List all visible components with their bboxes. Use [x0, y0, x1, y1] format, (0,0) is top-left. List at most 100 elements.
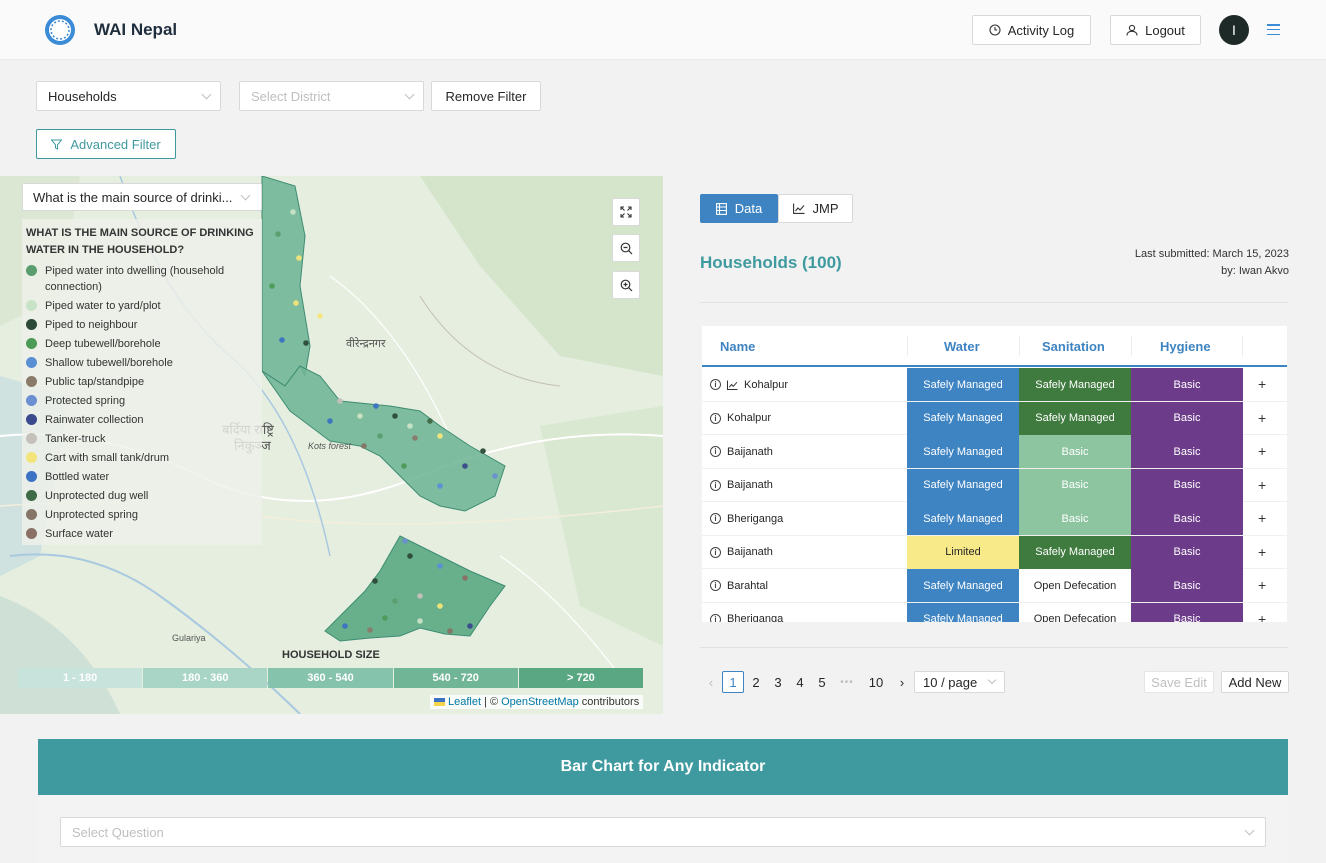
info-icon[interactable]: i	[710, 412, 721, 424]
openstreetmap-link[interactable]: OpenStreetMap	[501, 696, 579, 708]
advanced-filter-label: Advanced Filter	[70, 136, 161, 152]
row-name-cell: i Barahtal	[710, 569, 768, 602]
legend-dot-icon	[26, 300, 37, 311]
prev-page-chevron-left-icon[interactable]: ‹	[700, 671, 722, 693]
page-4-button[interactable]: 4	[789, 671, 811, 693]
table-row[interactable]: i Barahtal Safely Managed Open Defecation Ba…	[702, 569, 1287, 603]
chevron-down-icon	[987, 675, 997, 685]
table-row[interactable]: i Kohalpur Safely Managed Safely Managed Bas…	[702, 401, 1287, 435]
zoom-out-button[interactable]	[612, 234, 640, 262]
legend-dot-icon	[26, 528, 37, 539]
legend-item: Rainwater collection	[26, 412, 258, 428]
legend-dot-icon	[26, 357, 37, 368]
remove-filter-button[interactable]: Remove Filter	[431, 81, 541, 111]
table-row[interactable]: i Baijanath Safely Managed Basic Basic +	[702, 468, 1287, 502]
page-size-select[interactable]: 10 / page	[914, 671, 1005, 693]
hygiene-status-cell: Basic	[1131, 468, 1243, 502]
table-row[interactable]: i Kohalpur Safely Managed Safely Managed Bas…	[702, 368, 1287, 402]
info-icon[interactable]: i	[710, 513, 721, 524]
legend-item: Deep tubewell/borehole	[26, 336, 258, 352]
fullscreen-button[interactable]	[612, 198, 640, 226]
column-hygiene[interactable]: Hygiene	[1160, 339, 1211, 354]
info-icon[interactable]: i	[710, 546, 721, 558]
hygiene-status-cell: Basic	[1131, 569, 1243, 602]
column-name[interactable]: Name	[720, 339, 755, 354]
tab-data[interactable]: Data	[700, 194, 778, 223]
district-select-placeholder: Select District	[251, 88, 331, 104]
expand-row-plus-icon[interactable]: +	[1258, 477, 1266, 493]
user-icon	[1126, 24, 1138, 36]
menu-hamburger-icon[interactable]	[1267, 24, 1280, 35]
row-name: Bheriganga	[727, 512, 784, 525]
map-question-select-value: What is the main source of drinki...	[33, 189, 233, 205]
legend-dot-icon	[26, 395, 37, 406]
user-avatar[interactable]: I	[1219, 15, 1249, 45]
households-title: Households (100)	[700, 253, 842, 272]
chevron-down-icon	[404, 89, 415, 100]
row-name: Baijanath	[727, 546, 773, 558]
district-select[interactable]: Select District	[239, 81, 424, 111]
page-5-button[interactable]: 5	[811, 671, 833, 693]
expand-row-plus-icon[interactable]: +	[1258, 544, 1266, 560]
sanitation-status-cell: Safely Managed	[1019, 401, 1131, 435]
info-icon[interactable]: i	[710, 580, 721, 591]
line-chart-icon[interactable]	[727, 380, 738, 390]
table-row[interactable]: i Bheriganga Safely Managed Basic Basic +	[702, 502, 1287, 536]
zoom-in-button[interactable]	[612, 271, 640, 299]
advanced-filter-button[interactable]: Advanced Filter	[36, 129, 176, 159]
legend-label: Deep tubewell/borehole	[45, 338, 161, 350]
legend-label: Rainwater collection	[45, 414, 144, 426]
table-row[interactable]: i Baijanath Limited Safely Managed Basic +	[702, 535, 1287, 569]
sanitation-status-cell: Open Defecation	[1019, 602, 1131, 622]
expand-row-plus-icon[interactable]: +	[1258, 611, 1266, 623]
line-chart-icon	[792, 203, 804, 214]
expand-row-plus-icon[interactable]: +	[1258, 510, 1266, 526]
map-question-select[interactable]: What is the main source of drinki...	[22, 183, 262, 211]
logout-button[interactable]: Logout	[1110, 15, 1201, 45]
household-size-bin: 360 - 540	[268, 668, 393, 688]
page-10-button[interactable]: 10	[865, 671, 887, 693]
sanitation-status-cell: Safely Managed	[1019, 368, 1131, 401]
expand-row-plus-icon[interactable]: +	[1258, 443, 1266, 459]
tab-jmp[interactable]: JMP	[778, 194, 853, 223]
expand-row-plus-icon[interactable]: +	[1258, 410, 1266, 426]
legend-item: Unprotected dug well	[26, 488, 258, 504]
page-3-button[interactable]: 3	[767, 671, 789, 693]
expand-row-plus-icon[interactable]: +	[1258, 376, 1266, 392]
select-question-dropdown[interactable]: Select Question	[60, 817, 1266, 847]
zoom-out-icon	[620, 242, 632, 254]
info-icon[interactable]: i	[710, 446, 721, 457]
hygiene-status-cell: Basic	[1131, 435, 1243, 468]
legend-dot-icon	[26, 319, 37, 330]
column-separator	[1019, 336, 1020, 356]
form-select[interactable]: Households	[36, 81, 221, 111]
legend-dot-icon	[26, 376, 37, 387]
pagination-ellipsis[interactable]: •••	[836, 671, 858, 693]
sanitation-status-cell: Open Defecation	[1019, 569, 1131, 602]
legend-item: Protected spring	[26, 393, 258, 409]
next-page-chevron-right-icon[interactable]: ›	[891, 671, 913, 693]
page-1-button[interactable]: 1	[722, 671, 744, 693]
info-icon[interactable]: i	[710, 613, 721, 622]
save-edit-button[interactable]: Save Edit	[1144, 671, 1214, 693]
legend-item: Piped to neighbour	[26, 317, 258, 333]
household-size-bin: 180 - 360	[143, 668, 268, 688]
ukraine-flag-icon	[434, 698, 445, 706]
activity-log-button[interactable]: Activity Log	[972, 15, 1091, 45]
place-label-birendranagar: वीरेन्द्रनगर	[346, 338, 386, 350]
table-row[interactable]: i Bheriganga Safely Managed Open Defecation…	[702, 602, 1287, 623]
page-2-button[interactable]: 2	[745, 671, 767, 693]
column-sanitation[interactable]: Sanitation	[1042, 339, 1105, 354]
table-row[interactable]: i Baijanath Safely Managed Basic Basic +	[702, 435, 1287, 469]
row-name-cell: i Kohalpur	[710, 402, 771, 435]
last-submitted-date: Last submitted: March 15, 2023	[1134, 248, 1289, 260]
info-icon[interactable]: i	[710, 379, 721, 390]
map-legend: WHAT IS THE MAIN SOURCE OF DRINKING WATE…	[22, 219, 262, 545]
add-new-button[interactable]: Add New	[1221, 671, 1289, 693]
info-icon[interactable]: i	[710, 479, 721, 491]
leaflet-link[interactable]: Leaflet	[448, 696, 481, 708]
divider	[700, 647, 1288, 648]
column-water[interactable]: Water	[944, 339, 980, 354]
zoom-in-icon	[620, 279, 632, 291]
expand-row-plus-icon[interactable]: +	[1258, 577, 1266, 593]
